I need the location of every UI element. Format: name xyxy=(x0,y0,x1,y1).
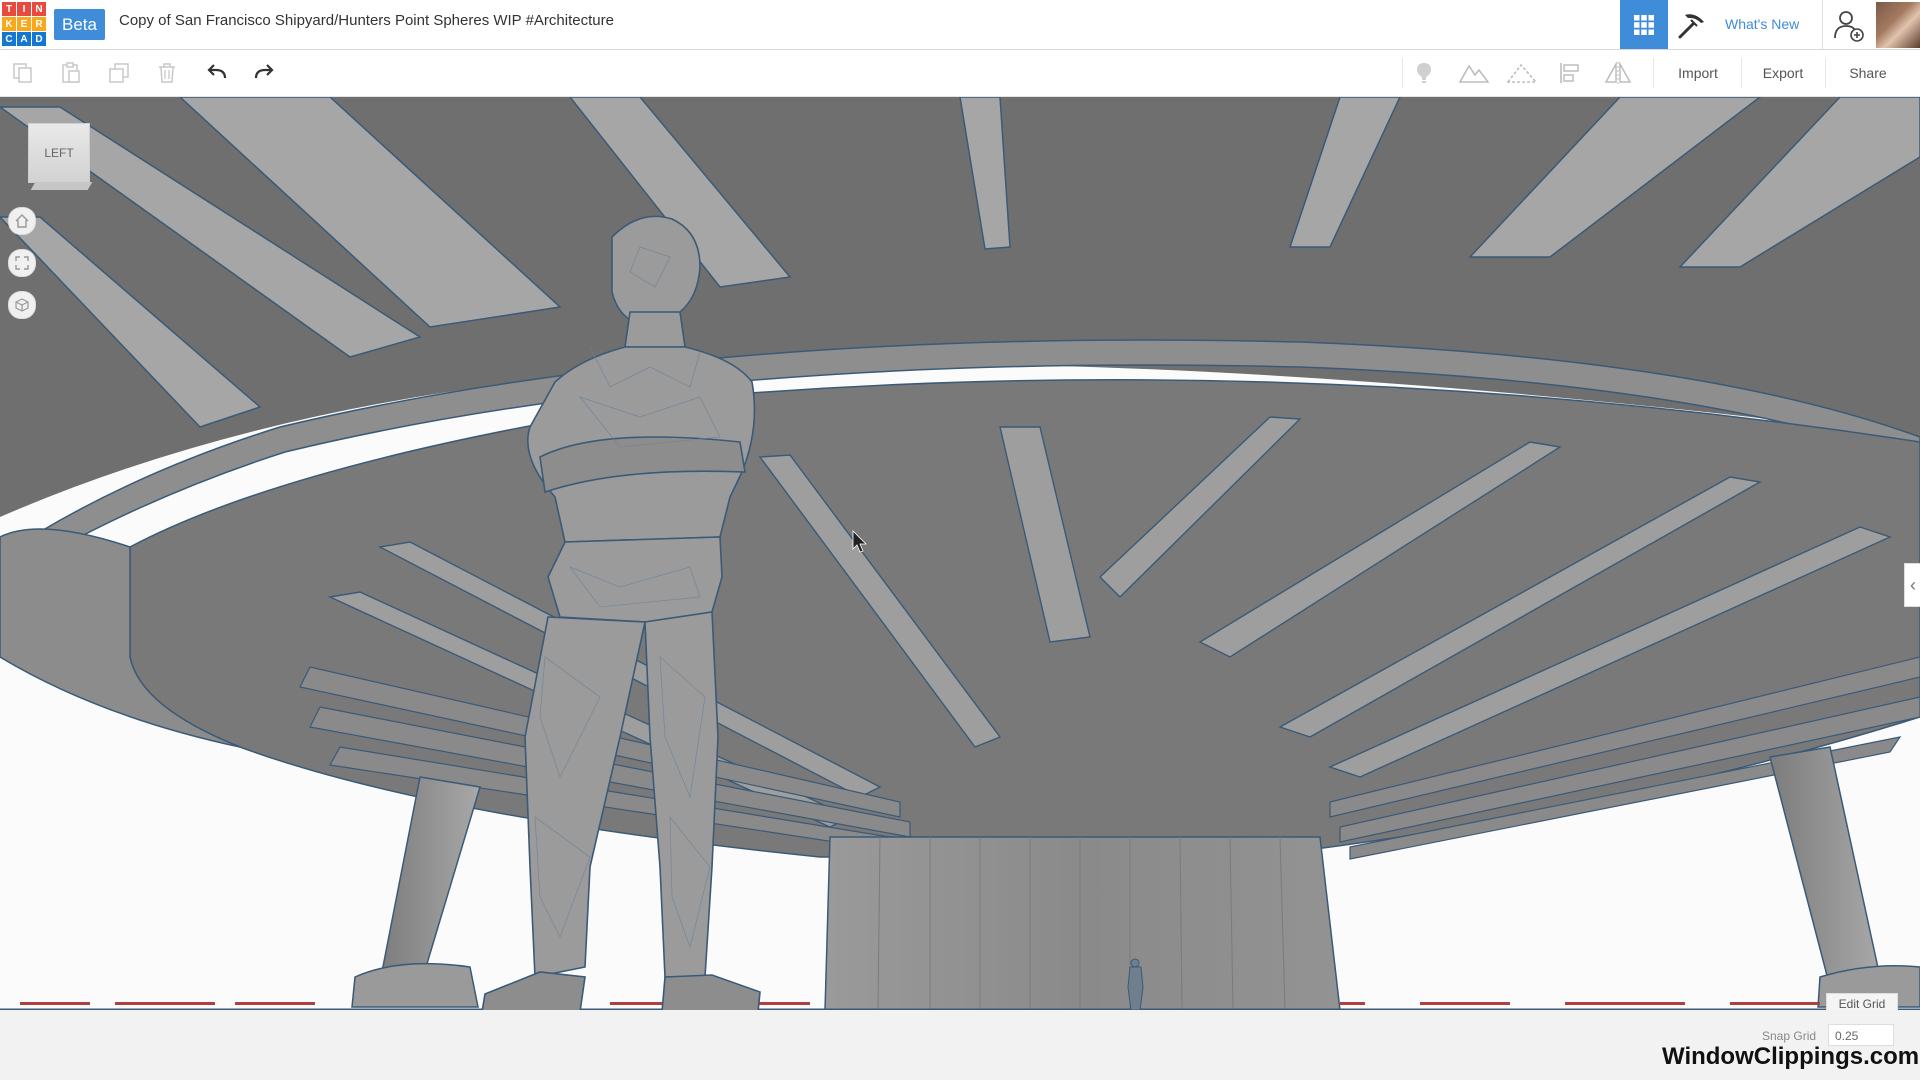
add-user-button[interactable] xyxy=(1832,8,1866,42)
toolbar-divider xyxy=(1653,58,1654,88)
watermark-text: WindowClippings.com xyxy=(1662,1043,1920,1070)
pickaxe-icon xyxy=(1678,13,1704,38)
chevron-left-icon: ‹ xyxy=(1910,574,1916,595)
logo-letter: A xyxy=(17,32,31,46)
tinkercad-logo[interactable]: T I N K E R C A D xyxy=(2,2,46,46)
design-title[interactable]: Copy of San Francisco Shipyard/Hunters P… xyxy=(119,12,614,29)
delete-button[interactable] xyxy=(150,57,184,89)
light-bulb-icon xyxy=(1417,63,1431,83)
beta-badge: Beta xyxy=(54,9,105,40)
paste-icon xyxy=(62,62,80,83)
solid-button[interactable] xyxy=(1457,57,1491,89)
status-bar: Snap Grid 0.25 WindowClippings.com xyxy=(0,1010,1920,1080)
duplicate-button[interactable] xyxy=(102,57,136,89)
logo-letter: T xyxy=(2,2,16,16)
logo-letter: K xyxy=(2,17,16,31)
redo-icon xyxy=(254,64,274,79)
top-header: T I N K E R C A D Beta Copy of San Franc… xyxy=(0,0,1920,50)
export-button[interactable]: Export xyxy=(1744,55,1822,91)
side-panel-toggle[interactable]: ‹ xyxy=(1904,563,1920,607)
undo-icon xyxy=(207,64,227,79)
editor-toolbar: Import Export Share xyxy=(0,50,1920,97)
align-icon xyxy=(1560,63,1579,83)
paste-button[interactable] xyxy=(54,57,88,89)
hole-button[interactable] xyxy=(1505,57,1539,89)
logo-letter: D xyxy=(32,32,46,46)
duplicate-icon xyxy=(109,63,129,83)
user-avatar[interactable] xyxy=(1876,2,1920,48)
grid-icon xyxy=(1634,14,1654,35)
redo-button[interactable] xyxy=(247,57,281,89)
fit-view-button[interactable] xyxy=(8,249,36,277)
fit-view-icon xyxy=(15,256,29,270)
logo-letter: I xyxy=(17,2,31,16)
mirror-button[interactable] xyxy=(1601,57,1635,89)
mirror-icon xyxy=(1604,61,1632,84)
add-user-icon xyxy=(1834,11,1864,42)
edit-grid-button[interactable]: Edit Grid xyxy=(1826,993,1898,1010)
home-view-button[interactable] xyxy=(8,207,36,235)
share-button[interactable]: Share xyxy=(1828,55,1908,91)
workplane-tool-button[interactable] xyxy=(1668,0,1716,49)
toolbar-divider xyxy=(1402,58,1403,88)
logo-letter: R xyxy=(32,17,46,31)
grid-view-button[interactable] xyxy=(1620,0,1668,49)
snap-grid-label: Snap Grid xyxy=(1762,1029,1817,1043)
view-cube[interactable]: LEFT xyxy=(28,123,90,183)
ortho-view-button[interactable] xyxy=(8,291,36,319)
architecture-model-render[interactable] xyxy=(0,97,1920,1010)
logo-letter: E xyxy=(17,17,31,31)
whats-new-link[interactable]: What's New xyxy=(1725,16,1799,32)
align-button[interactable] xyxy=(1553,57,1587,89)
home-icon xyxy=(15,214,29,228)
copy-button[interactable] xyxy=(6,57,40,89)
undo-button[interactable] xyxy=(200,57,234,89)
light-button[interactable] xyxy=(1407,57,1441,89)
toolbar-divider xyxy=(1741,58,1742,88)
hole-shape-icon xyxy=(1507,63,1537,83)
3d-viewport[interactable]: LEFT ‹ Edit Grid xyxy=(0,97,1920,1010)
trash-icon xyxy=(159,63,175,83)
ortho-icon xyxy=(15,298,29,312)
import-button[interactable]: Import xyxy=(1658,55,1738,91)
solid-shape-icon xyxy=(1459,64,1489,83)
copy-icon xyxy=(13,63,32,83)
logo-letter: N xyxy=(32,2,46,16)
header-divider xyxy=(1822,0,1823,49)
toolbar-divider xyxy=(1825,58,1826,88)
logo-letter: C xyxy=(2,32,16,46)
